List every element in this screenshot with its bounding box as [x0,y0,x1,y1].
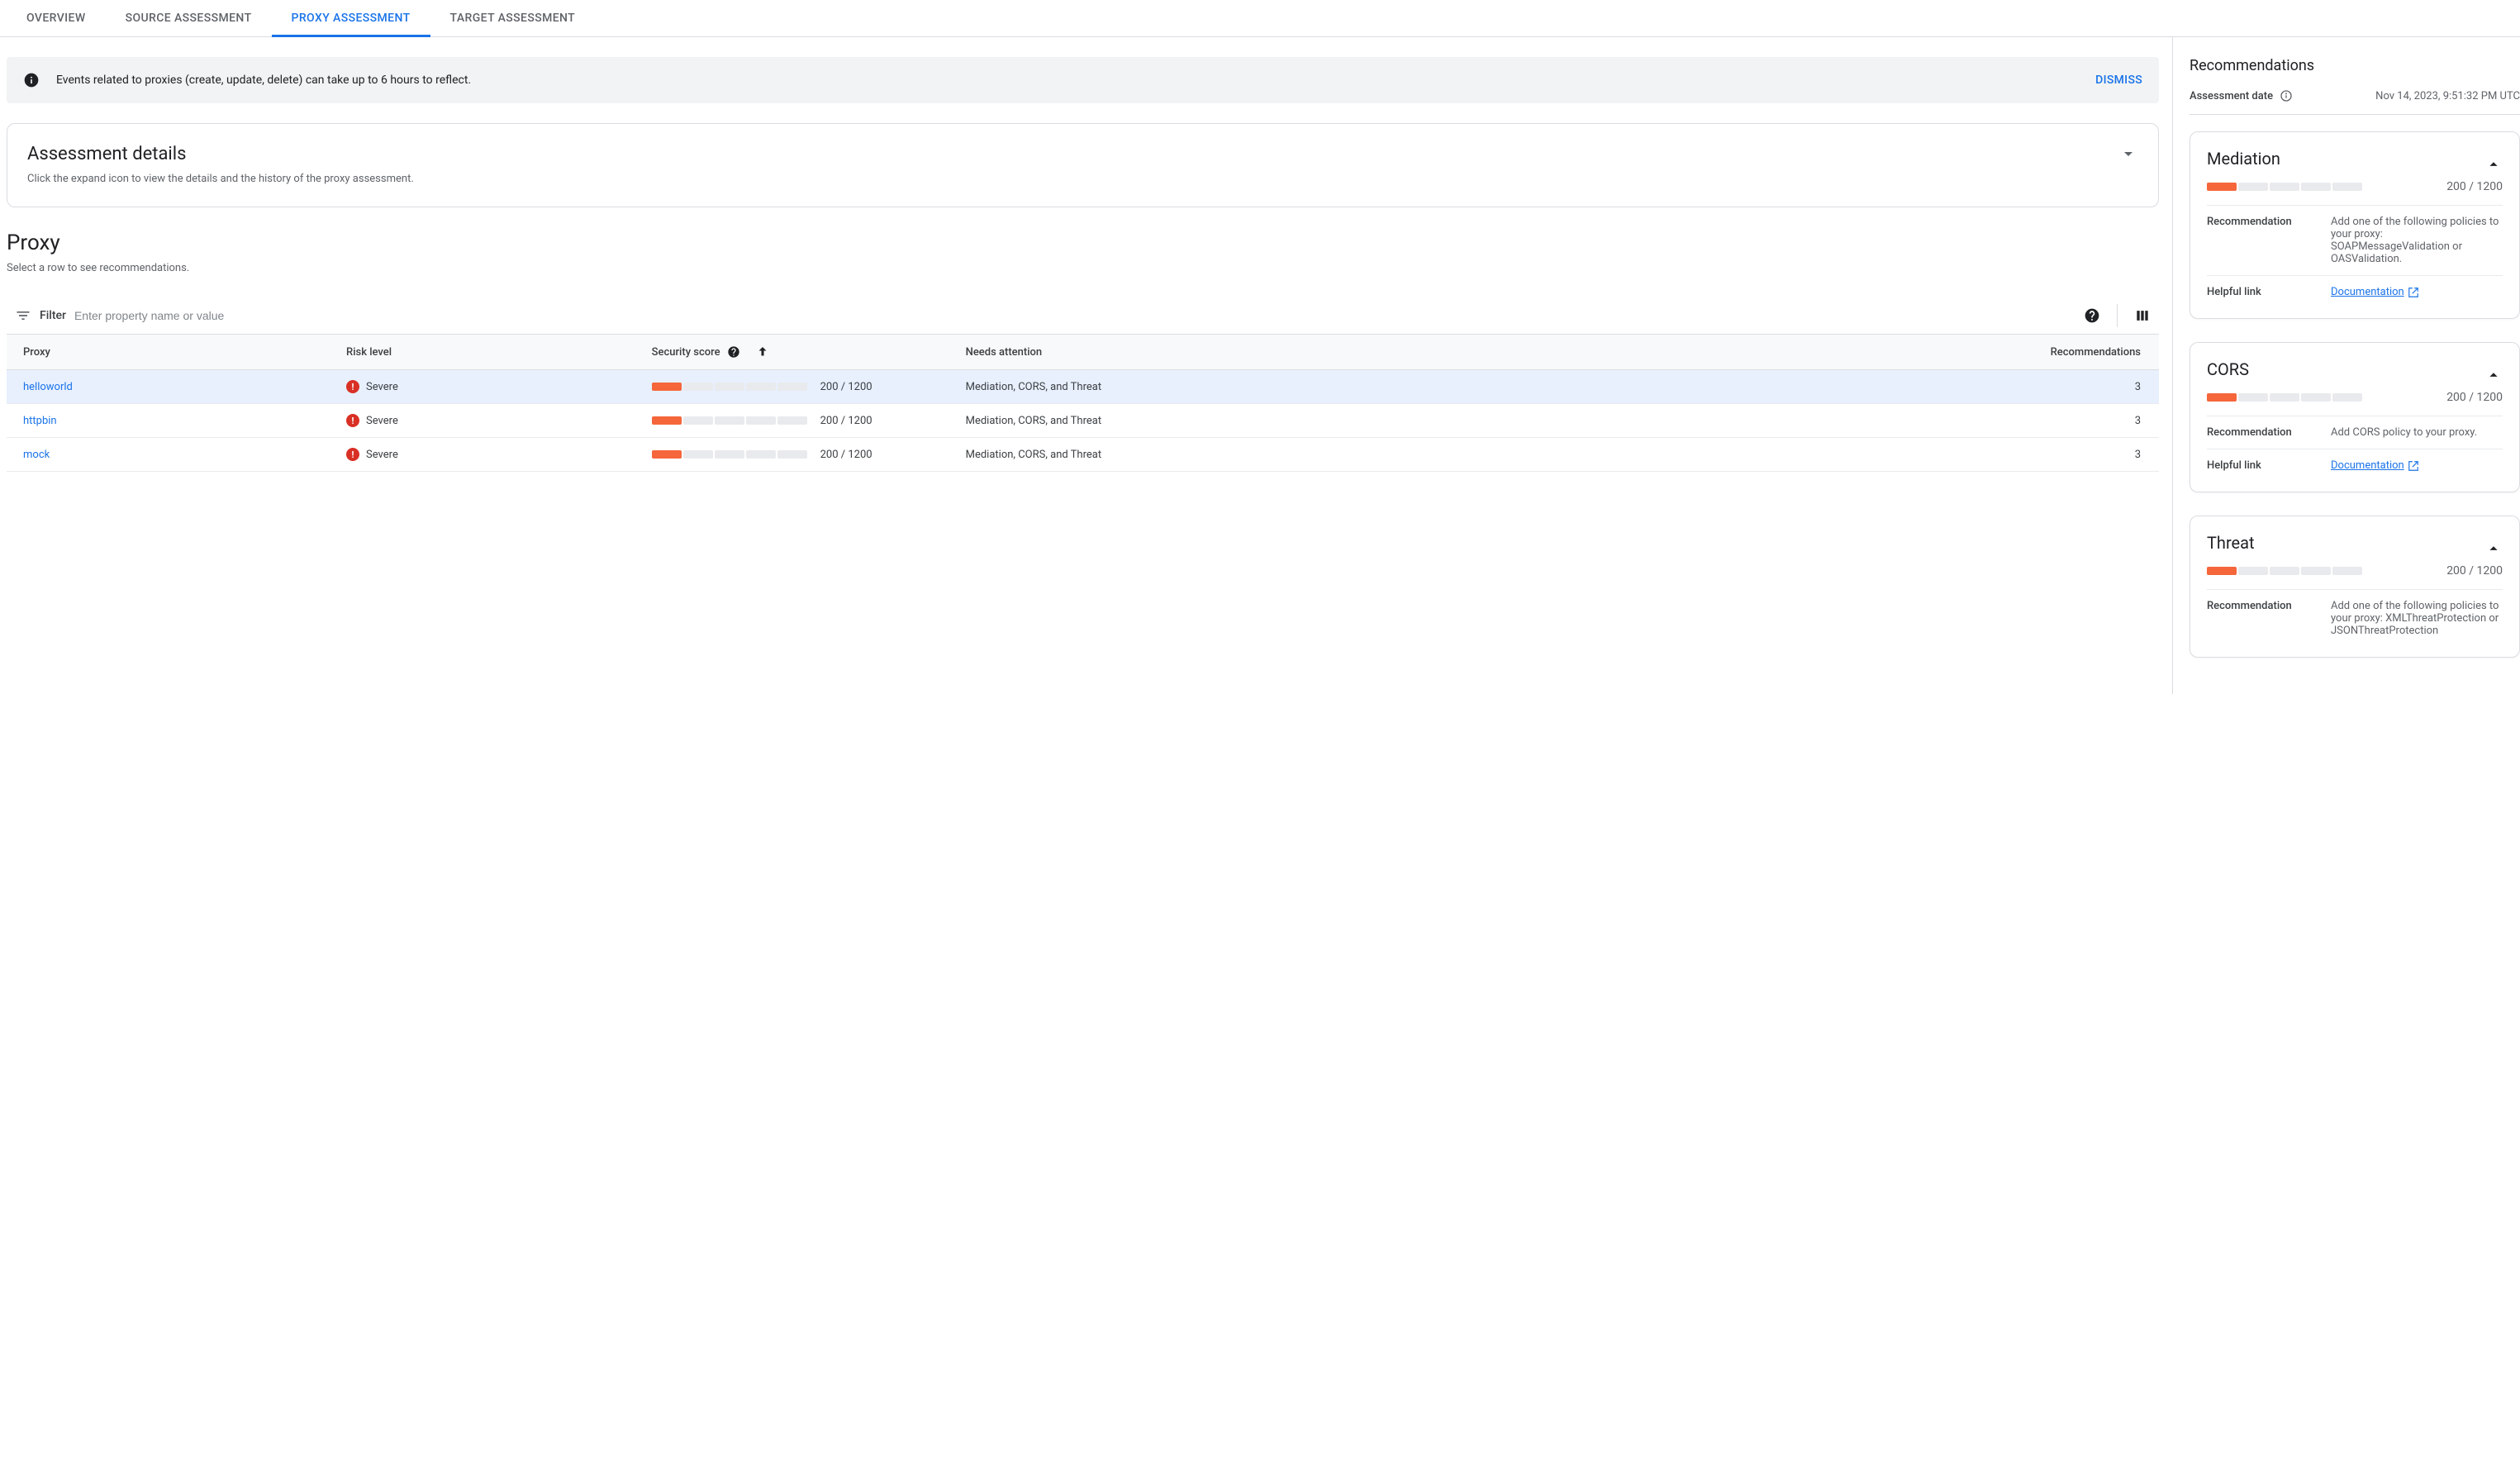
recommendation-card: Mediation 200 / 1200 Recommendation Add one… [2190,131,2520,319]
filter-icon [15,307,31,324]
score-text: 200 / 1200 [820,381,872,393]
banner-message: Events related to proxies (create, updat… [56,74,2095,87]
tab-bar: OVERVIEW SOURCE ASSESSMENT PROXY ASSESSM… [0,0,2520,37]
recommendation-text: Add CORS policy to your proxy. [2331,426,2503,439]
table-toolbar: Filter [7,297,2159,334]
needs-attention: Mediation, CORS, and Threat [958,370,1638,404]
recommendation-text: Add one of the following policies to you… [2331,600,2503,637]
recommendation-count: 3 [1638,404,2159,438]
risk-level: Severe [366,415,398,427]
risk-level: Severe [366,449,398,461]
score-text: 200 / 1200 [820,449,872,461]
card-score: 200 / 1200 [2446,391,2503,404]
proxy-section-title: Proxy [7,231,2159,255]
assessment-details-title: Assessment details [27,144,414,164]
collapse-card-button[interactable] [2484,539,2503,558]
proxy-link[interactable]: helloworld [23,381,73,393]
table-row[interactable]: mock! Severe 200 / 1200 Mediation, CORS, an… [7,438,2159,472]
severe-icon: ! [346,414,359,427]
recommendation-label: Recommendation [2207,600,2314,637]
tab-source-assessment[interactable]: SOURCE ASSESSMENT [106,0,272,36]
card-score: 200 / 1200 [2446,180,2503,193]
documentation-link[interactable]: Documentation [2331,286,2419,298]
recommendation-label: Recommendation [2207,426,2314,439]
score-bar [2207,393,2362,402]
score-help-icon[interactable] [727,345,740,359]
collapse-card-button[interactable] [2484,366,2503,384]
tab-overview[interactable]: OVERVIEW [7,0,106,36]
score-bar [652,383,807,391]
filter-input[interactable] [74,302,2084,329]
severe-icon: ! [346,448,359,461]
assessment-details-card: Assessment details Click the expand icon… [7,123,2159,207]
card-title: Mediation [2207,149,2280,169]
proxy-link[interactable]: mock [23,449,50,461]
filter-label: Filter [40,309,66,322]
helpful-link-label: Helpful link [2207,459,2314,472]
recommendations-panel: Recommendations Assessment date Nov 14, … [2173,37,2520,694]
risk-level: Severe [366,381,398,393]
dismiss-button[interactable]: DISMISS [2095,74,2142,87]
recommendation-count: 3 [1638,370,2159,404]
recommendation-label: Recommendation [2207,216,2314,265]
table-row[interactable]: httpbin! Severe 200 / 1200 Mediation, CORS,… [7,404,2159,438]
recommendation-card: Threat 200 / 1200 Recommendation Add one of… [2190,516,2520,658]
recommendations-title: Recommendations [2190,57,2520,74]
helpful-link-label: Helpful link [2207,286,2314,298]
needs-attention: Mediation, CORS, and Threat [958,438,1638,472]
main-content: Events related to proxies (create, updat… [0,37,2173,694]
table-row[interactable]: helloworld! Severe 200 / 1200 Mediation, CO… [7,370,2159,404]
info-banner: Events related to proxies (create, updat… [7,57,2159,103]
card-score: 200 / 1200 [2446,564,2503,578]
sort-asc-icon[interactable] [755,345,770,359]
severe-icon: ! [346,380,359,393]
assessment-date-label: Assessment date [2190,90,2273,102]
info-outline-icon[interactable] [2280,89,2293,102]
expand-details-button[interactable] [2118,144,2138,164]
assessment-date-row: Assessment date Nov 14, 2023, 9:51:32 PM… [2190,89,2520,115]
tab-target-assessment[interactable]: TARGET ASSESSMENT [430,0,596,36]
col-score[interactable]: Security score [644,335,958,370]
recommendation-card: CORS 200 / 1200 Recommendation Add CORS pol… [2190,342,2520,492]
tab-proxy-assessment[interactable]: PROXY ASSESSMENT [272,0,430,36]
documentation-link[interactable]: Documentation [2331,459,2419,472]
col-score-label: Security score [652,346,720,359]
col-proxy[interactable]: Proxy [7,335,338,370]
recommendation-count: 3 [1638,438,2159,472]
card-title: Threat [2207,533,2255,553]
toolbar-divider [2117,304,2118,327]
score-text: 200 / 1200 [820,415,872,427]
assessment-date-value: Nov 14, 2023, 9:51:32 PM UTC [2375,90,2520,102]
card-title: CORS [2207,359,2249,379]
score-bar [652,450,807,459]
collapse-card-button[interactable] [2484,155,2503,173]
score-bar [652,416,807,425]
help-icon[interactable] [2084,307,2100,324]
needs-attention: Mediation, CORS, and Threat [958,404,1638,438]
columns-icon[interactable] [2134,307,2151,324]
recommendation-text: Add one of the following policies to you… [2331,216,2503,265]
col-risk[interactable]: Risk level [338,335,644,370]
assessment-details-subtitle: Click the expand icon to view the detail… [27,173,414,185]
score-bar [2207,567,2362,575]
score-bar [2207,183,2362,191]
col-needs[interactable]: Needs attention [958,335,1638,370]
proxy-table: Proxy Risk level Security score [7,334,2159,472]
proxy-section-subtitle: Select a row to see recommendations. [7,262,2159,274]
proxy-link[interactable]: httpbin [23,415,57,427]
proxy-table-container: Filter Proxy [7,297,2159,472]
col-recommendations[interactable]: Recommendations [1638,335,2159,370]
info-icon [23,72,40,88]
